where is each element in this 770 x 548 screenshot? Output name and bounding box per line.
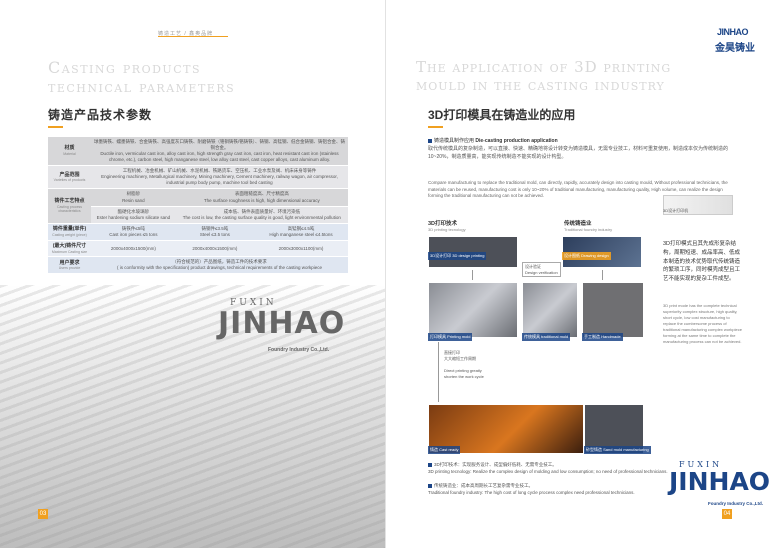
- bullet-icon: [428, 462, 432, 467]
- accent-line: [158, 36, 228, 37]
- design-verify-cn: 设计验证: [525, 264, 541, 269]
- cell-en: Resin sand: [122, 197, 145, 203]
- bullet-icon: [428, 138, 432, 143]
- row-head: 材质: [64, 145, 75, 152]
- row-head-sub: Material: [63, 152, 76, 157]
- foot-item: 3D打印技术：实现服务设计、成型偏好低耗、无需专业技工。 3D printing …: [428, 462, 668, 476]
- cell-value: 2000x4000x1500(mm): [175, 240, 255, 258]
- cell-cn: 高锰钢≤4.5吨: [287, 225, 315, 231]
- cell-cn: 工程机械、冶金机械、矿山机械、水泥机械、铁路货车、空压机、工业水泵及阀、机床床身…: [122, 168, 317, 174]
- table-row: (最大)铸件尺寸 Maximum Casting size 2000x4000x1…: [48, 240, 348, 258]
- page-title: 铸造产品技术参数: [48, 108, 153, 128]
- caption-3d-print: 3D设计打印 3D design printing: [428, 252, 487, 260]
- brochure-spread: 铸造工艺 / 鑫奥品牌 Casting products technical p…: [0, 0, 770, 548]
- cell-en: The surface roughness is high, high dime…: [203, 197, 320, 203]
- traditional-mold-photo: [522, 282, 578, 338]
- foot-item-cn: 3D打印技术：实现服务设计、成型偏好低耗、无需专业技工。: [434, 462, 557, 467]
- page-number: 04: [722, 509, 732, 519]
- cell-cn: 成本低、铸件表面质量好、环境污染低: [223, 208, 301, 214]
- flow-arrow: [602, 270, 603, 280]
- left-page: 铸造工艺 / 鑫奥品牌 Casting products technical p…: [0, 0, 385, 548]
- table-row: 产品范围 Varieties of products 工程机械、冶金机械、矿山机械…: [48, 165, 348, 190]
- section-heading: 铸造模具制作应用 Die-casting production applicat…: [428, 137, 558, 144]
- foot-item-en: 3D printing tecnology: Realize the compl…: [428, 468, 668, 474]
- col-trad-title: 传统铸造业: [564, 221, 592, 227]
- watermark-company: Foundry Industry Co.,Ltd.: [268, 347, 330, 353]
- cell-en: Engineering machinery, Metallurgical mac…: [101, 174, 338, 186]
- row-head: (最大)铸件尺寸: [52, 242, 87, 249]
- cell-en: ( is conformity with the specification) …: [116, 265, 323, 271]
- cell-cn: 树脂砂: [126, 191, 141, 197]
- flow-arrow: [438, 342, 439, 402]
- table-row: 用户要求 Users provide （符合规范的）产品图纸，铸造工件的技术要求(…: [48, 256, 348, 275]
- cell-en: The cost is low, the casting surface qua…: [182, 214, 341, 220]
- row-head: 用户要求: [59, 259, 80, 266]
- bullet-icon: [428, 483, 432, 488]
- cell-cn: 表面粗糙度高、尺寸精度高: [234, 191, 289, 197]
- flow-arrow: [472, 270, 473, 280]
- spec-table: 材质 Material 球墨铸铁、蠕墨铸铁、合金铸铁、高强度灰口铸铁、耐磨铸铁（铬…: [48, 137, 348, 275]
- handmade-photo: [582, 282, 644, 338]
- cell-en: Cast iron pieces ≤5 tons: [109, 231, 158, 237]
- side-body: 3D print mode has the complete technical…: [663, 303, 742, 344]
- col-3d-sub: 3D printing tecnology: [428, 227, 466, 232]
- design-verify-en: Design verification: [525, 269, 558, 275]
- section-heading-cn: 铸造模具制作应用: [434, 138, 475, 144]
- printed-mold-photo: [428, 282, 518, 338]
- caption-print-mold: 打印模具 Printing mold: [428, 333, 473, 341]
- table-row: 材质 Material 球墨铸铁、蠕墨铸铁、合金铸铁、高强度灰口铸铁、耐磨铸铁（铬…: [48, 137, 348, 167]
- direct-print-note-en: Direct printing greatly shorten the work…: [444, 368, 484, 379]
- cell-cn: 铸铁件≤5吨: [121, 225, 145, 231]
- cell-en: Ester hardening sodium silicate sand: [96, 214, 171, 220]
- title-en-line-2: technical parameters: [48, 77, 236, 96]
- foot-item-en: Traditional foundry industry: The high c…: [428, 489, 635, 495]
- title-en-line-1: Casting products: [48, 58, 201, 77]
- caption-handmade: 手工制造 Handmade: [582, 333, 623, 341]
- row-head-sub: Users provide: [58, 266, 81, 271]
- section-heading-en: Die-casting production application: [475, 138, 558, 144]
- watermark-company: Foundry Industry Co.,Ltd.: [708, 501, 763, 506]
- watermark-jinhao: JINHAO: [669, 467, 770, 496]
- table-row: 铸件工艺特点 Casting process characteristics 树脂…: [48, 188, 348, 224]
- title-en-line-1: The application of 3D printing: [416, 58, 672, 76]
- caption-sand: 砂型铸造 Sand mold manufacturing: [584, 446, 651, 454]
- row-head-sub: Casting weight (piece): [52, 232, 87, 237]
- col-trad-sub: Traditional foundry industry: [564, 227, 613, 232]
- cell-cn: （符合规范的）产品图纸，铸造工件的技术要求: [172, 259, 267, 265]
- cell-value: 2000x3000x1100(mm): [254, 240, 348, 258]
- design-verify-label: 设计验证 Design verification: [522, 262, 561, 278]
- side-heading: 3D打印模式且其先成形复杂结构，周期短速、成品率高、低成本制造的技术优势取代传统…: [663, 241, 741, 283]
- cell-cn: 球墨铸铁、蠕墨铸铁、合金铸铁、高强度灰口铸铁、耐磨铸铁（铬钼铸铁/铬铸铁）、铸钢…: [94, 139, 345, 151]
- row-head: 铸件工艺特点: [54, 197, 85, 204]
- logo-cn: 金昊铸业: [715, 43, 755, 54]
- row-head-sub: Varieties of products: [53, 178, 86, 183]
- table-row: 酯硬化水玻璃砂 Ester hardening sodium silicate s…: [48, 206, 348, 224]
- row-head: 产品范围: [59, 171, 80, 178]
- foot-item-cn: 传统铸造业：成本高周期长工艺复杂需专业技工。: [434, 483, 533, 488]
- row-head: 铸件重量(单件): [52, 226, 87, 233]
- right-page: JINHAO 金昊铸业 The application of 3D printi…: [385, 0, 770, 548]
- caption-casting: 铸造 Cast ready: [428, 446, 461, 454]
- foot-item: 传统铸造业：成本高周期长工艺复杂需专业技工。 Traditional foundr…: [428, 483, 668, 497]
- row-head-sub: Maximum Casting size: [51, 249, 88, 254]
- col-3d-title: 3D打印技术: [428, 221, 458, 227]
- section-body-cn: 取代传统模具的复杂制造，可以直接、快速、精确地将设计转变为铸造模具，无需专业技工…: [428, 146, 729, 160]
- direct-print-note-cn: 直接打印 大大缩短工作周期: [444, 350, 476, 361]
- table-row: 铸件重量(单件) Casting weight (piece) 铸铁件≤5吨 Cas…: [48, 223, 348, 241]
- page-number: 03: [38, 509, 48, 519]
- cell-en: High manganese steel ≤4.5tons: [269, 231, 333, 237]
- logo-text: JINHAO: [717, 27, 749, 37]
- row-head-sub: Casting process characteristics: [56, 204, 83, 214]
- printer-label: 3D设计打印机: [663, 208, 689, 213]
- caption-design: 设计图纸 Drawing design: [562, 252, 611, 260]
- cell-value: 2000x4000x1500(mm): [91, 240, 176, 258]
- title-en-line-2: mould in the casting industry: [416, 76, 665, 94]
- cell-cn: 铸钢件≤3.5吨: [201, 225, 229, 231]
- cell-en: Ductile iron, vermicular cast iron, allo…: [100, 151, 339, 163]
- cell-cn: 酯硬化水玻璃砂: [117, 208, 150, 214]
- watermark-jinhao: JINHAO: [218, 306, 346, 341]
- page-title: 3D打印模具在铸造业的应用: [428, 108, 576, 128]
- caption-trad-mold: 传统模具 traditional mold: [522, 333, 571, 341]
- cell-en: Steel ≤3.5 tons: [199, 231, 230, 237]
